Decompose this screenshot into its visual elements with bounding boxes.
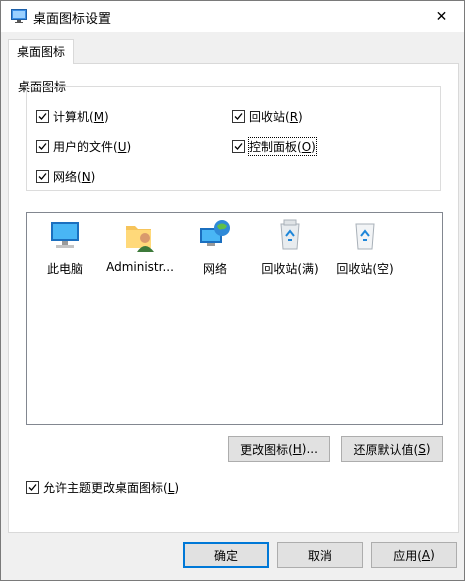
ok-button[interactable]: 确定 xyxy=(183,542,269,568)
icon-network[interactable]: 网络 xyxy=(180,218,250,277)
tab-panel: 桌面图标 计算机(M) 回收站(R) 用户的文件(U) 控制面板(O) 网络(N… xyxy=(8,63,459,533)
icon-recycle-bin-full[interactable]: 回收站(满) xyxy=(255,218,325,277)
user-folder-icon xyxy=(126,226,154,252)
checkbox-network[interactable]: 网络(N) xyxy=(36,168,95,185)
desktop-settings-icon xyxy=(11,9,27,23)
icon-label: 回收站(满) xyxy=(261,262,319,276)
recycle-bin-full-icon xyxy=(280,219,300,250)
apply-button[interactable]: 应用(A) xyxy=(371,542,457,568)
check-icon xyxy=(38,173,47,180)
icon-label: 回收站(空) xyxy=(336,262,394,276)
icon-user-files[interactable]: Administr... xyxy=(105,218,175,274)
checkbox-box[interactable] xyxy=(232,110,245,123)
restore-default-button[interactable]: 还原默认值(S) xyxy=(341,436,443,462)
checkbox-user-files[interactable]: 用户的文件(U) xyxy=(36,138,131,155)
icon-recycle-bin-empty[interactable]: 回收站(空) xyxy=(330,218,400,277)
cancel-button[interactable]: 取消 xyxy=(277,542,363,568)
close-button[interactable]: ✕ xyxy=(419,1,464,32)
checkbox-allow-theme-label: 允许主题更改桌面图标(L) xyxy=(43,481,180,495)
icon-label: 此电脑 xyxy=(46,262,83,276)
checkbox-recycle-bin-label: 回收站(R) xyxy=(249,110,303,124)
change-icon-button[interactable]: 更改图标(H)... xyxy=(228,436,330,462)
check-icon xyxy=(234,113,243,120)
recycle-bin-empty-icon xyxy=(355,223,375,250)
icon-this-pc[interactable]: 此电脑 xyxy=(30,218,100,277)
checkbox-computer-label: 计算机(M) xyxy=(53,110,109,124)
checkbox-box[interactable] xyxy=(36,140,49,153)
icon-label: 网络 xyxy=(202,262,227,276)
checkbox-box[interactable] xyxy=(232,140,245,153)
icon-list[interactable]: 此电脑 Administr... 网络 回收站(满) 回收站(空) xyxy=(26,212,443,425)
computer-icon xyxy=(51,222,79,248)
tab-desktop-icons[interactable]: 桌面图标 xyxy=(8,39,74,64)
checkbox-control-panel-label: 控制面板(O) xyxy=(248,137,317,156)
checkbox-recycle-bin[interactable]: 回收站(R) xyxy=(232,108,303,125)
checkbox-box[interactable] xyxy=(36,170,49,183)
check-icon xyxy=(38,143,47,150)
checkbox-user-files-label: 用户的文件(U) xyxy=(53,140,132,154)
desktop-icons-group: 计算机(M) 回收站(R) 用户的文件(U) 控制面板(O) 网络(N) xyxy=(26,86,441,191)
checkbox-network-label: 网络(N) xyxy=(53,170,96,184)
check-icon xyxy=(234,143,243,150)
close-icon: ✕ xyxy=(435,8,448,25)
checkbox-control-panel[interactable]: 控制面板(O) xyxy=(232,137,317,156)
window-title: 桌面图标设置 xyxy=(33,12,112,27)
checkbox-computer[interactable]: 计算机(M) xyxy=(36,108,109,125)
checkbox-allow-theme[interactable]: 允许主题更改桌面图标(L) xyxy=(26,479,179,496)
network-icon xyxy=(200,220,230,246)
check-icon xyxy=(28,484,37,491)
dialog-window: 桌面图标设置 ✕ 桌面图标 桌面图标 计算机(M) 回收站(R) 用户的文件(U… xyxy=(0,0,465,581)
checkbox-box[interactable] xyxy=(36,110,49,123)
checkbox-box[interactable] xyxy=(26,481,39,494)
title-bar: 桌面图标设置 ✕ xyxy=(1,1,464,32)
check-icon xyxy=(38,113,47,120)
icon-label: Administr... xyxy=(106,260,174,274)
